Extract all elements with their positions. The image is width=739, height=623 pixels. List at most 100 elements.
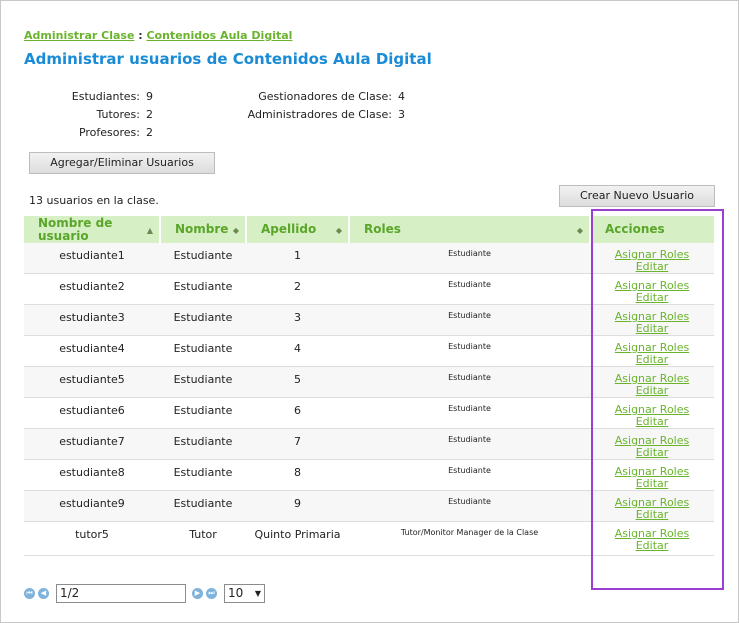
cell-roles: Estudiante — [349, 490, 590, 522]
table-row: estudiante3 Estudiante 3 Estudiante Asig… — [24, 304, 714, 336]
cell-actions: Asignar Roles Editar — [590, 490, 714, 522]
table-row: estudiante1 Estudiante 1 Estudiante Asig… — [24, 243, 714, 274]
cell-username: estudiante7 — [24, 428, 160, 460]
edit-link[interactable]: Editar — [592, 478, 712, 490]
cell-actions: Asignar Roles Editar — [590, 335, 714, 367]
cell-first-name: Estudiante — [160, 273, 246, 305]
sort-icon: ◆ — [576, 226, 583, 235]
cell-roles: Estudiante — [349, 304, 590, 336]
cell-last-name: 7 — [246, 428, 349, 460]
cell-username: estudiante6 — [24, 397, 160, 429]
cell-username: estudiante5 — [24, 366, 160, 398]
cell-actions: Asignar Roles Editar — [590, 397, 714, 429]
cell-roles: Tutor/Monitor Manager de la Clase — [349, 521, 590, 556]
edit-link[interactable]: Editar — [592, 509, 712, 521]
edit-link[interactable]: Editar — [592, 540, 712, 552]
table-row: estudiante5 Estudiante 5 Estudiante Asig… — [24, 366, 714, 398]
last-page-icon[interactable]: ⏭ — [206, 588, 217, 599]
cell-roles: Estudiante — [349, 428, 590, 460]
cell-actions: Asignar Roles Editar — [590, 521, 714, 556]
stat-estudiantes-value: 9 — [146, 90, 153, 103]
next-page-icon[interactable]: ▶ — [192, 588, 203, 599]
cell-last-name: 6 — [246, 397, 349, 429]
breadcrumb-administrar-clase[interactable]: Administrar Clase — [24, 29, 134, 42]
table-row: estudiante2 Estudiante 2 Estudiante Asig… — [24, 273, 714, 305]
page-title: Administrar usuarios de Contenidos Aula … — [24, 50, 432, 68]
cell-first-name: Estudiante — [160, 397, 246, 429]
cell-last-name: 3 — [246, 304, 349, 336]
column-header-username[interactable]: Nombre de usuario ▲ — [24, 216, 161, 243]
stat-gestionadores-value: 4 — [398, 90, 405, 103]
cell-last-name: 1 — [246, 243, 349, 274]
stat-administradores-value: 3 — [398, 108, 405, 121]
stat-administradores-label: Administradores de Clase: — [247, 108, 392, 121]
cell-first-name: Estudiante — [160, 243, 246, 274]
sort-icon: ◆ — [335, 226, 342, 235]
previous-page-icon[interactable]: ◀ — [38, 588, 49, 599]
stat-tutores-value: 2 — [146, 108, 153, 121]
table-row: estudiante4 Estudiante 4 Estudiante Asig… — [24, 335, 714, 367]
stat-estudiantes-label: Estudiantes: — [71, 90, 140, 103]
table-row: estudiante8 Estudiante 8 Estudiante Asig… — [24, 459, 714, 491]
stats-left: Estudiantes: 9 Tutores: 2 Profesores: 2 — [40, 88, 153, 142]
stat-profesores-value: 2 — [146, 126, 153, 139]
column-header-last-name-label: Apellido — [261, 222, 317, 236]
edit-link[interactable]: Editar — [592, 354, 712, 366]
edit-link[interactable]: Editar — [592, 447, 712, 459]
stat-tutores-label: Tutores: — [96, 108, 140, 121]
cell-first-name: Estudiante — [160, 366, 246, 398]
table-row: estudiante9 Estudiante 9 Estudiante Asig… — [24, 490, 714, 522]
column-header-actions-label: Acciones — [605, 222, 665, 236]
cell-actions: Asignar Roles Editar — [590, 304, 714, 336]
edit-link[interactable]: Editar — [592, 416, 712, 428]
cell-first-name: Estudiante — [160, 428, 246, 460]
cell-first-name: Estudiante — [160, 459, 246, 491]
first-page-icon[interactable]: ⏮ — [24, 588, 35, 599]
edit-link[interactable]: Editar — [592, 323, 712, 335]
pagination: ⏮ ◀ 1/2 ▶ ⏭ 10 — [24, 584, 265, 603]
cell-username: estudiante1 — [24, 243, 160, 274]
cell-actions: Asignar Roles Editar — [590, 459, 714, 491]
cell-username: estudiante8 — [24, 459, 160, 491]
cell-last-name: 8 — [246, 459, 349, 491]
cell-username: estudiante3 — [24, 304, 160, 336]
sort-ascending-icon: ▲ — [146, 226, 153, 235]
cell-last-name: 4 — [246, 335, 349, 367]
breadcrumb-contenidos[interactable]: Contenidos Aula Digital — [146, 29, 292, 42]
page-number-input[interactable]: 1/2 — [56, 584, 186, 603]
cell-last-name: Quinto Primaria — [246, 521, 349, 556]
cell-roles: Estudiante — [349, 273, 590, 305]
edit-link[interactable]: Editar — [592, 261, 712, 273]
stat-profesores-label: Profesores: — [78, 126, 140, 139]
cell-last-name: 5 — [246, 366, 349, 398]
table-row: tutor5 Tutor Quinto Primaria Tutor/Monit… — [24, 521, 714, 556]
cell-roles: Estudiante — [349, 366, 590, 398]
table-row: estudiante6 Estudiante 6 Estudiante Asig… — [24, 397, 714, 429]
table-row: estudiante7 Estudiante 7 Estudiante Asig… — [24, 428, 714, 460]
cell-first-name: Estudiante — [160, 304, 246, 336]
edit-link[interactable]: Editar — [592, 385, 712, 397]
edit-link[interactable]: Editar — [592, 292, 712, 304]
cell-last-name: 2 — [246, 273, 349, 305]
column-header-first-name[interactable]: Nombre ◆ — [160, 216, 247, 243]
cell-actions: Asignar Roles Editar — [590, 366, 714, 398]
column-header-roles-label: Roles — [364, 222, 401, 236]
cell-actions: Asignar Roles Editar — [590, 428, 714, 460]
page-size-select[interactable]: 10 — [224, 584, 265, 603]
cell-roles: Estudiante — [349, 335, 590, 367]
cell-roles: Estudiante — [349, 459, 590, 491]
cell-username: tutor5 — [24, 521, 160, 556]
add-remove-users-button[interactable]: Agregar/Eliminar Usuarios — [29, 152, 215, 174]
breadcrumb-separator: : — [134, 29, 147, 42]
cell-username: estudiante9 — [24, 490, 160, 522]
users-table: Nombre de usuario ▲ Nombre ◆ Apellido ◆ Rol… — [24, 216, 714, 556]
cell-first-name: Tutor — [160, 521, 246, 556]
column-header-roles[interactable]: Roles ◆ — [349, 216, 591, 243]
breadcrumb: Administrar Clase : Contenidos Aula Digi… — [24, 29, 292, 42]
column-header-first-name-label: Nombre — [175, 222, 229, 236]
cell-first-name: Estudiante — [160, 490, 246, 522]
column-header-actions: Acciones — [590, 216, 714, 243]
create-user-button[interactable]: Crear Nuevo Usuario — [559, 185, 715, 207]
column-header-last-name[interactable]: Apellido ◆ — [246, 216, 350, 243]
cell-actions: Asignar Roles Editar — [590, 273, 714, 305]
